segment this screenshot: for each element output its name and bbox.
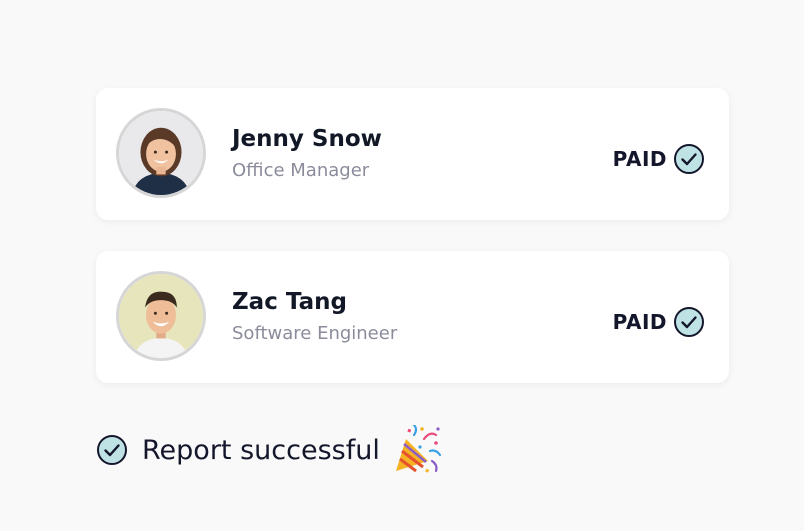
employee-role: Software Engineer (232, 323, 398, 344)
report-status: Report successful (96, 424, 442, 476)
status-badge: PAID (613, 306, 705, 338)
status-label: PAID (612, 310, 667, 334)
status-label: PAID (612, 147, 667, 171)
payment-card: Zac Tang Software Engineer PAID (96, 251, 729, 383)
party-popper-icon (395, 425, 441, 473)
employee-name: Jenny Snow (232, 126, 382, 152)
status-badge: PAID (613, 143, 705, 175)
woman-portrait-image (119, 111, 203, 195)
payment-card: Jenny Snow Office Manager PAID (96, 88, 729, 220)
avatar (116, 108, 206, 198)
check-circle-icon (674, 144, 704, 174)
employee-name: Zac Tang (232, 289, 347, 315)
man-portrait-image (119, 274, 203, 358)
avatar (116, 271, 206, 361)
employee-role: Office Manager (232, 160, 370, 181)
check-circle-icon (97, 435, 127, 465)
check-circle-icon (674, 307, 704, 337)
report-message: Report successful (142, 434, 380, 466)
